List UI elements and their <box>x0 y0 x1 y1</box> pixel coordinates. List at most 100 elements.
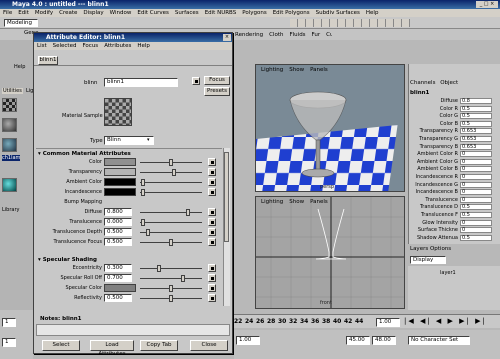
attribute-slider[interactable] <box>140 192 202 193</box>
channel-value[interactable]: 0.653 <box>460 143 492 150</box>
type-dropdown-arrow-icon[interactable]: ▾ <box>147 137 153 144</box>
ae-menu-item-1[interactable]: Selected <box>53 43 77 49</box>
channel-label[interactable]: Translucence F <box>408 212 458 218</box>
slider-thumb[interactable] <box>169 295 173 302</box>
color-swatch[interactable] <box>104 168 136 176</box>
channel-label[interactable]: Transparency G <box>408 136 458 142</box>
front-menu-item-2[interactable]: Panels <box>310 199 328 205</box>
main-menu-item-3[interactable]: Create <box>59 10 77 16</box>
channel-label[interactable]: Transparency B <box>408 144 458 150</box>
panel-menu-item-4[interactable]: Custom <box>326 32 332 38</box>
map-texture-button[interactable] <box>208 284 216 292</box>
window-controls[interactable]: _ □ × <box>476 1 498 8</box>
left-library-label[interactable]: Library <box>2 207 19 213</box>
attribute-slider[interactable] <box>140 212 202 213</box>
ae-menu-item-2[interactable]: Focus <box>82 43 98 49</box>
panel-menu-item-0[interactable]: Rendering <box>235 32 263 38</box>
notes-area[interactable] <box>36 324 230 336</box>
slider-thumb[interactable] <box>171 169 176 176</box>
channel-value[interactable]: 0.5 <box>460 204 492 211</box>
map-texture-button[interactable] <box>208 188 216 196</box>
map-texture-button[interactable] <box>208 158 216 166</box>
front-viewport[interactable] <box>255 196 405 309</box>
channel-value[interactable]: 0 <box>460 158 492 165</box>
channel-label[interactable]: Color G <box>408 113 458 119</box>
channel-value[interactable]: 0 <box>460 196 492 203</box>
slider-thumb[interactable] <box>180 275 185 282</box>
slider-thumb[interactable] <box>169 239 173 246</box>
map-texture-button[interactable] <box>208 274 216 282</box>
mode-dropdown[interactable]: Modeling <box>4 19 38 27</box>
channel-label[interactable]: Glow Intensity <box>408 220 458 226</box>
main-menu-item-11[interactable]: Subdiv Surfaces <box>316 10 360 16</box>
channel-value[interactable]: 0.5 <box>460 234 492 241</box>
map-texture-button[interactable] <box>208 238 216 246</box>
attribute-value-field[interactable]: 0.000 <box>104 218 132 226</box>
ae-menu-item-4[interactable]: Help <box>137 43 150 49</box>
front-menu-item-1[interactable]: Show <box>289 199 304 205</box>
main-menu-bar[interactable]: File Edit Modify Create Display Window Edit Cu… <box>0 9 500 17</box>
channel-value[interactable]: 0 <box>460 227 492 234</box>
lambert-swatch-icon[interactable] <box>2 138 17 152</box>
playback-end-field[interactable]: 48.00 <box>372 336 396 345</box>
attribute-slider[interactable] <box>140 222 202 223</box>
channel-label[interactable]: Ambient Color R <box>408 151 458 157</box>
main-menu-item-5[interactable]: Window <box>110 10 132 16</box>
close-button[interactable]: Close <box>190 340 228 351</box>
map-texture-button[interactable] <box>208 178 216 186</box>
main-menu-item-9[interactable]: Polygons <box>242 10 266 16</box>
channel-value[interactable]: 0.5 <box>460 105 492 112</box>
slider-thumb[interactable] <box>186 209 191 216</box>
sphere-swatch-icon[interactable] <box>2 118 17 132</box>
channel-label[interactable]: Ambient Color G <box>408 159 458 165</box>
cyan-swatch-icon[interactable] <box>2 178 17 192</box>
channel-value[interactable]: 0 <box>460 219 492 226</box>
ae-close-icon[interactable]: × <box>223 34 231 41</box>
channel-label[interactable]: Translucence <box>408 197 458 203</box>
ae-menu-item-0[interactable]: List <box>37 43 47 49</box>
playback-controls[interactable]: |◀ ◀| ◀ ▶ ▶| ▶| <box>404 317 500 328</box>
persp-viewport[interactable] <box>255 64 405 192</box>
map-texture-button[interactable] <box>208 228 216 236</box>
panel-menus[interactable]: Rendering Cloth Fluids Fur Custom <box>232 31 332 39</box>
slider-thumb[interactable] <box>141 219 146 226</box>
ae-tab-blinn1[interactable]: blinn1 <box>38 56 58 65</box>
tab-channels[interactable]: Channels <box>410 80 435 86</box>
slider-thumb[interactable] <box>145 229 150 236</box>
checker-swatch-icon[interactable] <box>2 98 17 112</box>
channel-value[interactable]: 0 <box>460 189 492 196</box>
map-texture-button[interactable] <box>208 218 216 226</box>
panel-menu-item-3[interactable]: Fur <box>312 32 321 38</box>
color-swatch[interactable] <box>104 284 136 292</box>
panel-menu-item-1[interactable]: Cloth <box>269 32 283 38</box>
channel-value[interactable]: 0.653 <box>460 128 492 135</box>
channel-value[interactable]: 0.653 <box>460 136 492 142</box>
layers-header[interactable]: Layers Options <box>410 246 451 252</box>
left-utilities-label[interactable]: Utilities <box>2 88 23 94</box>
ae-menu-bar[interactable]: List Selected Focus Attributes Help <box>34 42 232 50</box>
channel-label[interactable]: Ambient Color B <box>408 166 458 172</box>
layer-row[interactable]: layer1 <box>440 270 456 276</box>
color-swatch[interactable] <box>104 178 136 186</box>
character-set-dropdown[interactable]: No Character Set <box>408 336 470 345</box>
range-start-field[interactable]: 1.00 <box>236 336 260 345</box>
main-menu-item-1[interactable]: Edit <box>18 10 29 16</box>
ae-node-map-button[interactable] <box>192 77 200 85</box>
attribute-slider[interactable] <box>140 182 202 183</box>
channel-value[interactable]: 0.5 <box>460 212 492 218</box>
map-texture-button[interactable] <box>208 168 216 176</box>
ae-node-name-field[interactable]: blinn1 <box>104 78 178 87</box>
ae-menu-item-3[interactable]: Attributes <box>104 43 131 49</box>
channel-value[interactable]: 0 <box>460 174 492 180</box>
status-icons[interactable] <box>290 19 410 27</box>
channel-label[interactable]: Surface Thickne <box>408 227 458 233</box>
channel-label[interactable]: Translucence D <box>408 204 458 210</box>
attribute-value-field[interactable]: 0.700 <box>104 274 132 282</box>
current-frame-field[interactable]: 1.00 <box>376 318 400 327</box>
specular-section-header[interactable]: ▾ Specular Shading <box>38 257 97 263</box>
main-menu-item-6[interactable]: Edit Curves <box>137 10 169 16</box>
slider-thumb[interactable] <box>169 285 173 292</box>
panel-menu-item-2[interactable]: Fluids <box>289 32 305 38</box>
main-menu-item-0[interactable]: File <box>3 10 12 16</box>
attribute-value-field[interactable]: 0.500 <box>104 228 132 236</box>
